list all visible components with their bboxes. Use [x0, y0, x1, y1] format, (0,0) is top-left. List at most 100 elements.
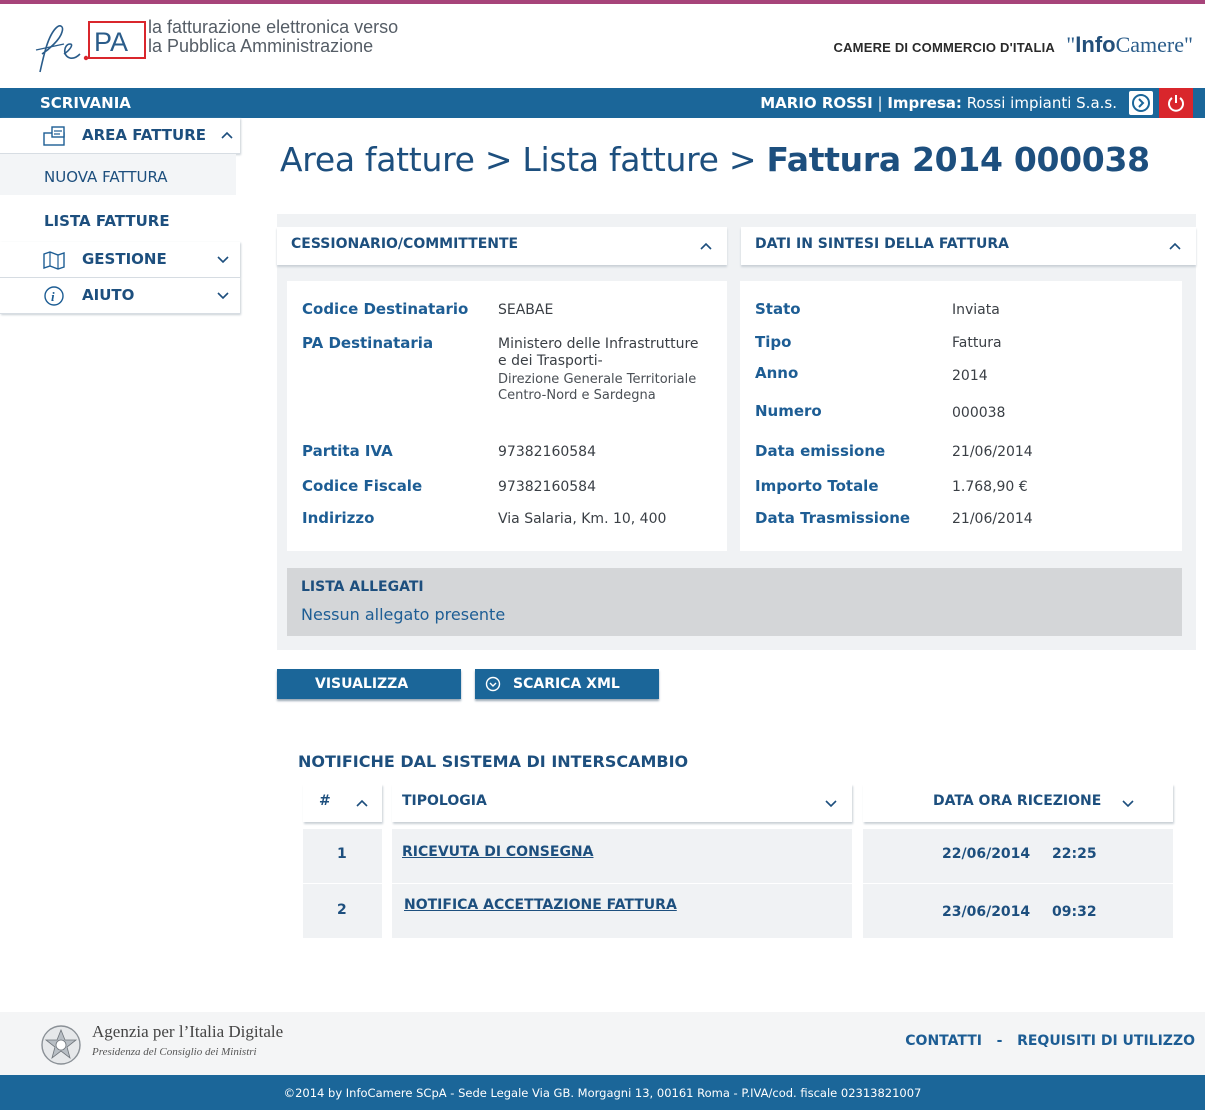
logo-text: PA	[94, 27, 128, 57]
codice-destinatario-value: SEABAE	[498, 302, 554, 318]
scarica-xml-button[interactable]: SCARICA XML	[475, 669, 659, 699]
column-label: #	[319, 793, 331, 809]
column-header-tipologia[interactable]: TIPOLOGIA	[392, 784, 852, 822]
row-num: 1	[337, 846, 347, 862]
pa-line1: Ministero delle Infrastrutture	[498, 336, 699, 352]
chevron-down-icon[interactable]	[824, 796, 838, 810]
infocamere-rest: Camere	[1115, 32, 1185, 57]
chevron-up-icon[interactable]	[1168, 239, 1182, 253]
notifiche-title: NOTIFICHE DAL SISTEMA DI INTERSCAMBIO	[298, 752, 689, 771]
importo-totale-value: 1.768,90 €	[952, 479, 1028, 495]
power-icon	[1168, 95, 1184, 112]
cessionario-section-header[interactable]: CESSIONARIO/COMMITTENTE	[277, 227, 727, 265]
agid-subtitle: Presidenza del Consiglio dei Ministri	[92, 1046, 257, 1058]
visualizza-button[interactable]: VISUALIZZA	[277, 669, 461, 699]
pa-line2: e dei Trasporti-	[498, 353, 603, 369]
user-name: MARIO ROSSI	[760, 94, 873, 112]
codice-destinatario-label: Codice Destinatario	[302, 300, 469, 318]
chevron-up-icon[interactable]	[699, 239, 713, 253]
sidebar-item-nuova-fattura[interactable]: NUOVA FATTURA	[0, 154, 236, 198]
page-title: Fattura 2014 000038	[766, 140, 1150, 179]
importo-totale-label: Importo Totale	[755, 477, 879, 495]
chevron-down-icon[interactable]	[1121, 796, 1135, 810]
column-label: DATA ORA RICEZIONE	[933, 793, 1102, 809]
footer-links: CONTATTI - REQUISITI DI UTILIZZO	[905, 1033, 1195, 1049]
pa-destinataria-label: PA Destinataria	[302, 334, 434, 352]
copyright-text: ©2014 by InfoCamere SCpA - Sede Legale V…	[283, 1086, 922, 1100]
svg-text:i: i	[51, 289, 55, 304]
breadcrumb: Area fatture > Lista fatture > Fattura 2…	[280, 140, 1150, 179]
sidebar-item-label: NUOVA FATTURA	[44, 168, 168, 186]
app-header: PA la fatturazione elettronica verso la …	[0, 4, 1205, 88]
sidebar-item-aiuto[interactable]: i AIUTO	[0, 278, 240, 314]
infocamere-bold: Info	[1075, 32, 1116, 57]
invoice-folder-icon	[43, 126, 65, 146]
numero-label: Numero	[755, 402, 822, 420]
button-label: VISUALIZZA	[315, 676, 409, 692]
breadcrumb-area-fatture[interactable]: Area fatture	[280, 140, 475, 179]
table-row-num: 1	[303, 829, 382, 883]
sidebar-item-gestione[interactable]: GESTIONE	[0, 242, 240, 278]
column-label: TIPOLOGIA	[402, 793, 487, 809]
data-trasmissione-label: Data Trasmissione	[755, 509, 911, 527]
camere-label: CAMERE DI COMMERCIO D'ITALIA	[833, 40, 1055, 55]
row-ora: 22:25	[1052, 846, 1097, 862]
row-data: 23/06/2014	[942, 904, 1031, 920]
pa-destinataria-detail: Direzione Generale Territoriale Centro-N…	[498, 372, 696, 404]
sidebar-item-lista-fatture[interactable]: LISTA FATTURE	[0, 198, 236, 242]
logo-subtitle: la fatturazione elettronica verso la Pub…	[148, 18, 398, 56]
switch-company-button[interactable]	[1129, 91, 1153, 115]
row-ora: 09:32	[1052, 904, 1097, 920]
scrivania-link[interactable]: SCRIVANIA	[40, 94, 131, 112]
logout-button[interactable]	[1159, 88, 1193, 118]
sidebar-item-label: GESTIONE	[82, 250, 167, 268]
stato-value: Inviata	[952, 302, 1000, 318]
footer-bottom: ©2014 by InfoCamere SCpA - Sede Legale V…	[0, 1075, 1205, 1110]
infocamere-logo[interactable]: "InfoCamere"	[1066, 32, 1193, 58]
data-trasmissione-value: 21/06/2014	[952, 511, 1033, 527]
user-separator: |	[877, 94, 883, 112]
chevron-down-icon[interactable]	[216, 288, 230, 302]
logo-subtitle-line1: la fatturazione elettronica verso	[148, 17, 399, 37]
breadcrumb-lista-fatture[interactable]: Lista fatture	[522, 140, 719, 179]
column-header-data-ora[interactable]: DATA ORA RICEZIONE	[863, 784, 1173, 822]
sidebar-item-label: LISTA FATTURE	[44, 212, 170, 230]
indirizzo-label: Indirizzo	[302, 509, 375, 527]
codice-fiscale-value: 97382160584	[498, 479, 596, 495]
row-tipologia-link[interactable]: RICEVUTA DI CONSEGNA	[402, 844, 594, 860]
fe-pa-logo-icon[interactable]: PA	[34, 14, 154, 76]
partita-iva-label: Partita IVA	[302, 442, 393, 460]
pa-destinataria-value: Ministero delle Infrastrutture e dei Tra…	[498, 336, 699, 370]
row-tipologia-link[interactable]: NOTIFICA ACCETTAZIONE FATTURA	[404, 897, 677, 913]
pa-line3: Direzione Generale Territoriale	[498, 372, 697, 387]
chevron-down-icon[interactable]	[216, 252, 230, 266]
sidebar-item-label: AIUTO	[82, 286, 135, 304]
sintesi-section-header[interactable]: DATI IN SINTESI DELLA FATTURA	[741, 227, 1196, 265]
sidebar-item-area-fatture[interactable]: AREA FATTURE	[0, 118, 240, 154]
row-num: 2	[337, 902, 347, 918]
impresa-value: Rossi impianti S.a.s.	[966, 94, 1117, 112]
chevron-up-icon[interactable]	[220, 128, 234, 142]
section-title: DATI IN SINTESI DELLA FATTURA	[755, 236, 1009, 252]
chevron-up-icon[interactable]	[355, 796, 369, 810]
impresa-label: Impresa:	[887, 94, 962, 112]
numero-value: 000038	[952, 405, 1006, 421]
footer-dash: -	[996, 1033, 1003, 1049]
tipo-value: Fattura	[952, 335, 1002, 351]
indirizzo-value: Via Salaria, Km. 10, 400	[498, 511, 667, 527]
table-row-tipologia: RICEVUTA DI CONSEGNA	[392, 829, 852, 883]
contatti-link[interactable]: CONTATTI	[905, 1033, 982, 1049]
user-info: MARIO ROSSI | Impresa: Rossi impianti S.…	[760, 94, 1117, 112]
data-emissione-value: 21/06/2014	[952, 444, 1033, 460]
column-header-num[interactable]: #	[303, 784, 382, 822]
breadcrumb-separator: >	[728, 140, 757, 179]
logo-subtitle-line2: la Pubblica Amministrazione	[148, 36, 374, 56]
requisiti-link[interactable]: REQUISITI DI UTILIZZO	[1017, 1033, 1195, 1049]
tipo-label: Tipo	[755, 333, 792, 351]
allegati-empty-text: Nessun allegato presente	[301, 605, 506, 624]
table-row-num: 2	[303, 884, 382, 938]
arrow-right-circle-icon	[1132, 94, 1150, 112]
map-icon	[43, 251, 65, 270]
sidebar: AREA FATTURE NUOVA FATTURA LISTA FATTURE…	[0, 118, 240, 314]
section-title: CESSIONARIO/COMMITTENTE	[291, 236, 519, 252]
